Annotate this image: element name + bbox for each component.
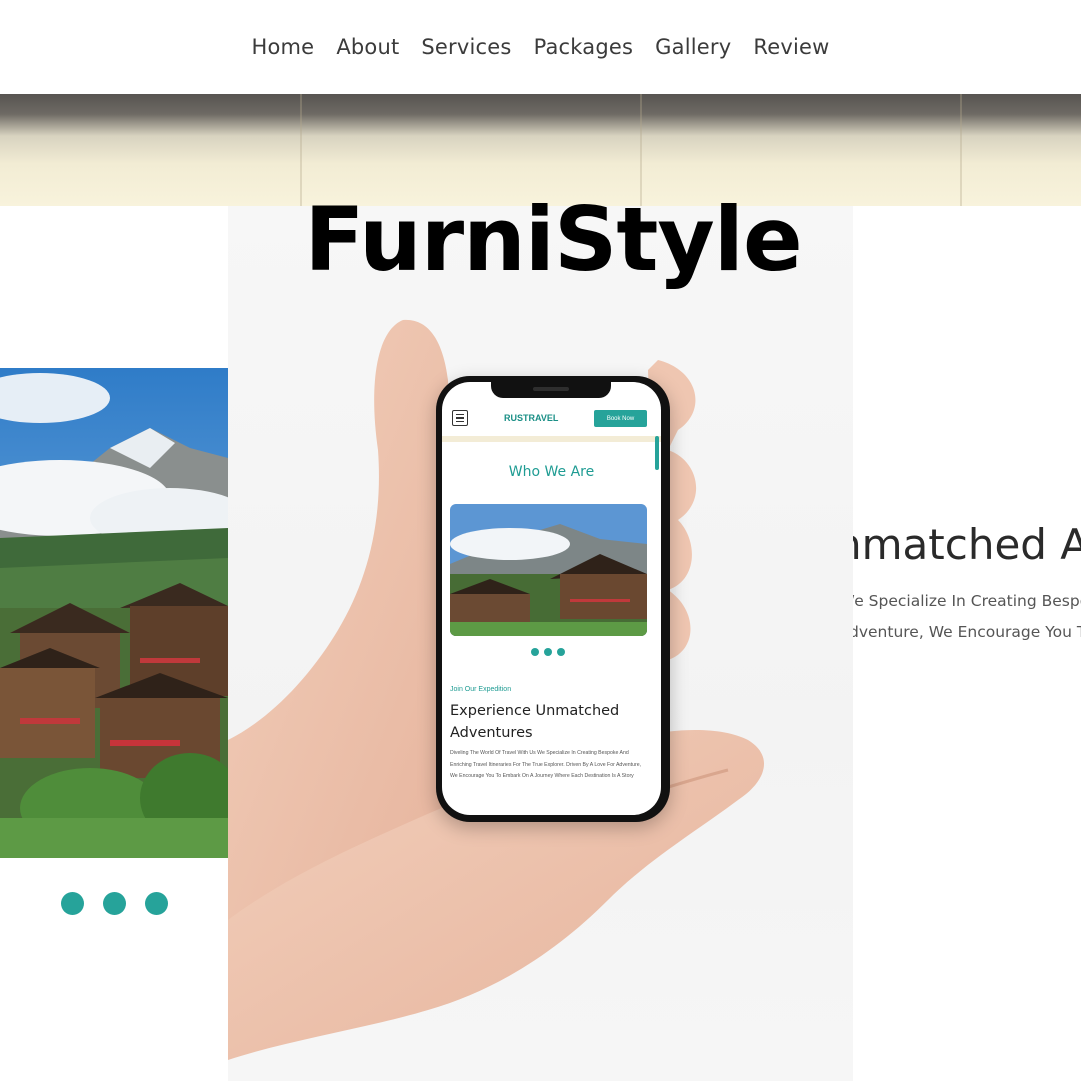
adventure-text-section: nmatched A /e Specialize In Creating Bes… <box>853 206 1081 1081</box>
nav-item-home: Home <box>251 35 314 59</box>
carousel-dots <box>61 892 168 915</box>
book-now-button[interactable]: Book Now <box>594 410 647 427</box>
phone-body-text: Diveling The World Of Travel With Us We … <box>450 750 642 779</box>
phone-kicker: Join Our Expedition <box>450 686 512 693</box>
nav-item-review: Review <box>753 35 829 59</box>
nav-link-services[interactable]: Services <box>421 35 511 59</box>
nav-item-gallery: Gallery <box>655 35 731 59</box>
nav-item-about: About <box>336 35 399 59</box>
phone-screen-header: RUSTRAVEL Book Now <box>442 404 661 434</box>
site-logo[interactable]: RUSTRAVEL <box>504 413 558 423</box>
mountain-village-illustration <box>0 368 228 858</box>
phone-screen: RUSTRAVEL Book Now Who We Are Join Our E… <box>442 382 661 815</box>
carousel-dot[interactable] <box>145 892 168 915</box>
adventure-text-line-2: dventure, We Encourage You To <box>853 623 1081 641</box>
nav-link-packages[interactable]: Packages <box>534 35 634 59</box>
nav-item-packages: Packages <box>534 35 634 59</box>
nav-link-review[interactable]: Review <box>753 35 829 59</box>
phone-carousel-dot[interactable] <box>544 648 552 656</box>
phone-speaker <box>533 387 569 391</box>
adventure-text-line-1: /e Specialize In Creating Bespoke <box>853 592 1081 610</box>
slide-image-mountain-village <box>0 368 228 858</box>
nav-link-home[interactable]: Home <box>251 35 314 59</box>
carousel-dot[interactable] <box>103 892 126 915</box>
floor-seam <box>960 94 962 206</box>
mountain-village-thumbnail <box>450 504 647 636</box>
top-nav: Home About Services Packages Gallery Rev… <box>0 0 1081 94</box>
hamburger-icon[interactable] <box>452 410 468 426</box>
phone-title: Experience Unmatched Adventures <box>450 703 620 741</box>
phone-carousel-dot[interactable] <box>557 648 565 656</box>
phone-carousel-dot[interactable] <box>531 648 539 656</box>
phone-slide-image <box>450 504 647 636</box>
nav-link-about[interactable]: About <box>336 35 399 59</box>
nav-list: Home About Services Packages Gallery Rev… <box>251 35 829 59</box>
adventure-heading: nmatched A <box>853 520 1081 569</box>
phone-header-strip <box>442 436 661 442</box>
who-we-are-heading: Who We Are <box>508 464 595 480</box>
carousel-dot[interactable] <box>61 892 84 915</box>
page: Home About Services Packages Gallery Rev… <box>0 0 1081 1081</box>
brand-title: FurniStyle <box>304 188 802 291</box>
phone-carousel-dots <box>531 648 565 656</box>
nav-link-gallery[interactable]: Gallery <box>655 35 731 59</box>
nav-item-services: Services <box>421 35 511 59</box>
